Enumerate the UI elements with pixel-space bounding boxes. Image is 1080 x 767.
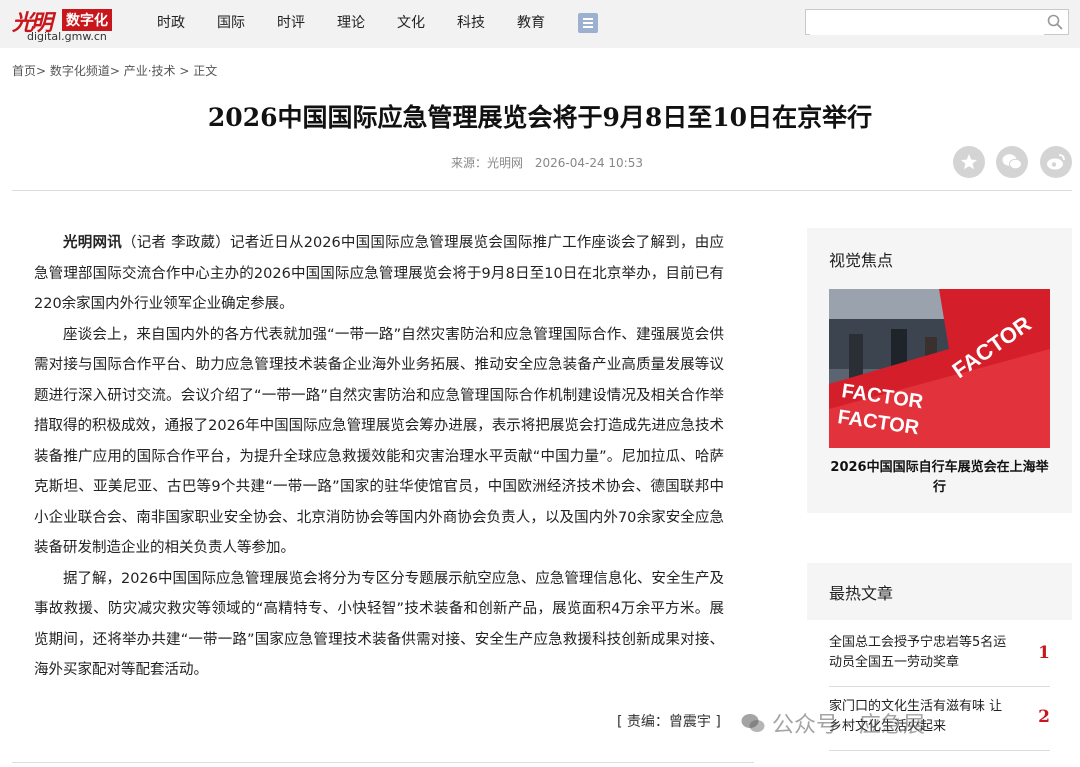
visual-focus-title: 视觉焦点 [829,251,894,270]
article-date: 2026-04-24 10:53 [534,156,643,170]
hot-article-divider [829,750,1050,751]
nav-item-theory[interactable]: 理论 [337,12,365,32]
article-paragraph: 据了解，2026中国国际应急管理展览会将分为专区分专题展示航空应急、应急管理信息… [34,570,724,679]
nav-item-culture[interactable]: 文化 [397,12,425,32]
hot-article-divider [829,686,1050,687]
article-meta: 来源：光明网 2026-04-24 10:53 [451,154,651,171]
search-input[interactable] [810,11,1044,35]
hot-article-item[interactable]: 全国总工会授予宁忠岩等5名运动员全国五一劳动奖章 1 [829,633,1050,673]
logo-domain: digital.gmw.cn [27,30,107,43]
star-icon [961,154,977,170]
nav-item-commentary[interactable]: 时评 [277,12,305,32]
wechat-icon [1002,154,1022,170]
article-editor: [ 责编：曾震宇 ] [617,714,721,730]
nav-item-education[interactable]: 教育 [517,12,545,32]
article-paragraph: 光明网讯（记者 李政葳）记者近日从2026中国国际应急管理展览会国际推广工作座谈… [34,235,725,312]
nav-item-politics[interactable]: 时政 [157,12,185,32]
site-logo[interactable]: 光明 数字化 digital.gmw.cn [12,5,122,43]
share-weibo-button[interactable] [1040,146,1072,178]
nav-item-tech[interactable]: 科技 [457,12,485,32]
share-wechat-button[interactable] [996,146,1028,178]
hot-articles-header: 最热文章 [807,563,1072,620]
main-nav: 时政 国际 时评 理论 文化 科技 教育 [157,12,577,32]
search-box [805,9,1069,35]
article-bottom-divider [12,762,754,763]
hot-article-title[interactable]: 全国总工会授予宁忠岩等5名运动员全国五一劳动奖章 [829,633,1009,673]
title-divider [12,190,1072,191]
menu-icon[interactable] [578,13,598,33]
logo-channel-text: 数字化 [62,9,112,31]
wechat-watermark-icon [741,714,765,732]
article-title: 2026中国国际应急管理展览会将于9月8日至10日在京举行 [207,103,873,132]
hot-article-rank: 1 [1038,643,1050,663]
focus-photo-caption[interactable]: 2026中国国际自行车展览会在上海举行 [829,458,1050,498]
article-paragraph: 座谈会上，来自国内外的各方代表就加强“一带一路”自然灾害防治和应急管理国际合作、… [34,326,724,557]
hot-articles-title: 最热文章 [829,584,894,603]
breadcrumb[interactable]: 首页> 数字化频道> 产业·技术 > 正文 [12,62,217,79]
article-lead: 光明网讯 [63,235,122,251]
hot-article-rank: 2 [1038,707,1050,727]
top-nav-bar: 光明 数字化 digital.gmw.cn 时政 国际 时评 理论 文化 科技 … [0,0,1080,48]
search-icon[interactable] [1047,14,1063,30]
nav-item-international[interactable]: 国际 [217,12,245,32]
watermark: 公众号 · 应急展 [740,707,925,739]
article-body: 光明网讯（记者 李政葳）记者近日从2026中国国际应急管理展览会国际推广工作座谈… [34,228,724,686]
share-qzone-button[interactable] [953,146,985,178]
article-source[interactable]: 来源：光明网 [451,156,523,170]
weibo-icon [1047,154,1065,170]
focus-photo[interactable]: FACTOR FACTOR FACTOR [829,289,1050,448]
